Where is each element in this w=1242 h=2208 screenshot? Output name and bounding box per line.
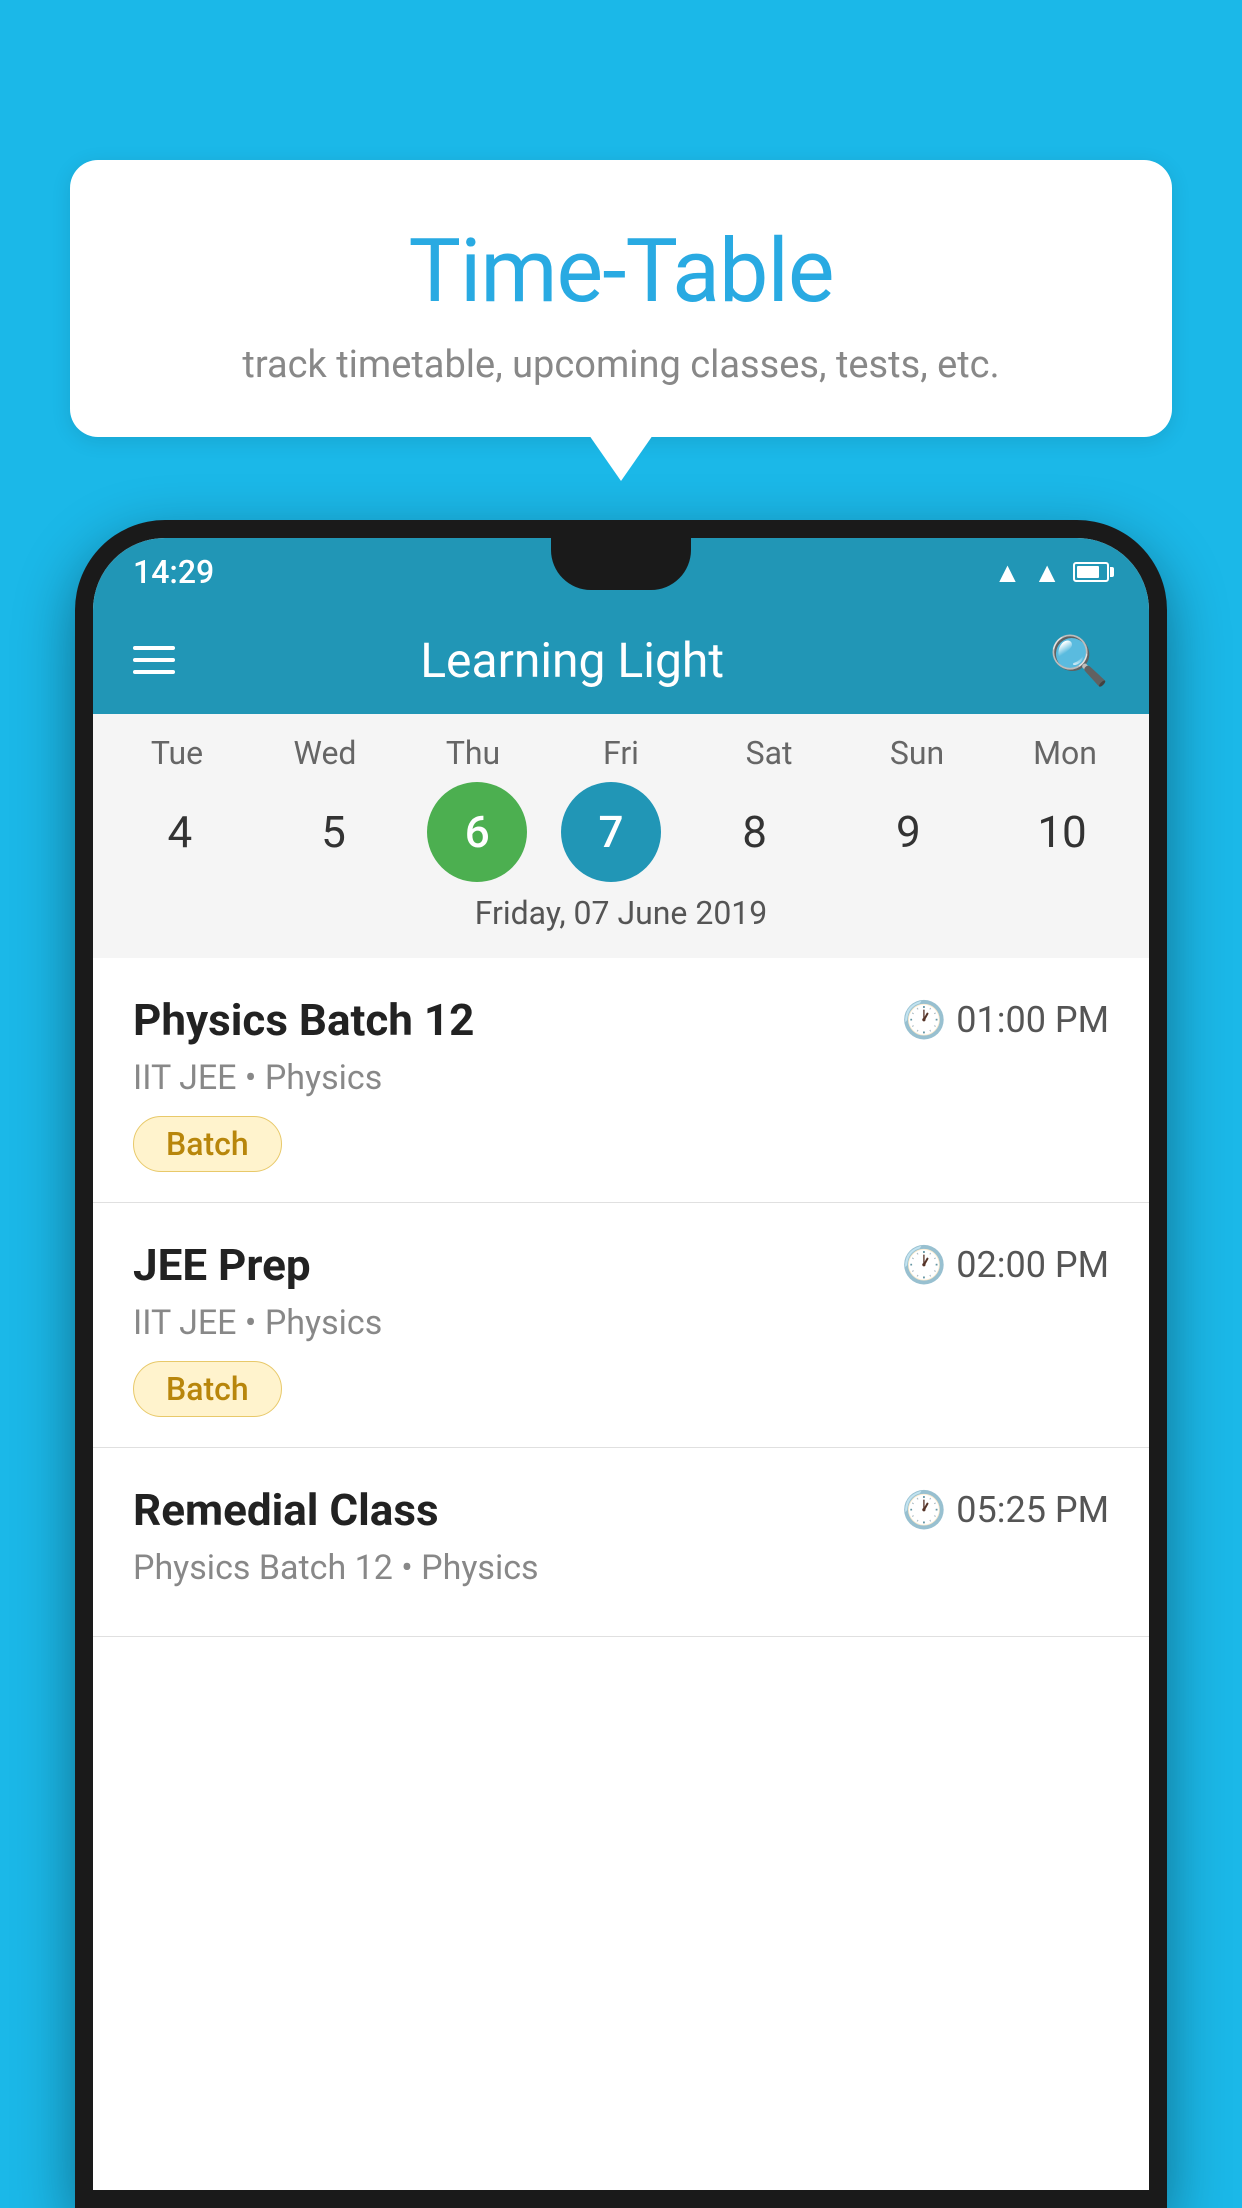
schedule-item-3-header: Remedial Class 🕐 05:25 PM xyxy=(133,1484,1109,1536)
status-time: 14:29 xyxy=(133,553,214,591)
bubble-title: Time-Table xyxy=(110,220,1132,323)
day-9[interactable]: 9 xyxy=(848,782,968,882)
schedule-list: Physics Batch 12 🕐 01:00 PM IIT JEE • Ph… xyxy=(93,958,1149,1637)
schedule-item-1-header: Physics Batch 12 🕐 01:00 PM xyxy=(133,994,1109,1046)
wifi-icon: ▲ xyxy=(994,556,1022,589)
speech-bubble: Time-Table track timetable, upcoming cla… xyxy=(70,160,1172,437)
status-icons: ▲ ▲ xyxy=(994,556,1109,589)
day-header-mon: Mon xyxy=(1005,734,1125,772)
day-header-sun: Sun xyxy=(857,734,977,772)
day-5[interactable]: 5 xyxy=(274,782,394,882)
hamburger-menu-icon[interactable] xyxy=(133,646,175,674)
phone-screen: 14:29 ▲ ▲ Learning Light 🔍 xyxy=(93,538,1149,2190)
day-10[interactable]: 10 xyxy=(1002,782,1122,882)
schedule-item-3-title: Remedial Class xyxy=(133,1484,439,1536)
schedule-item-1-time: 🕐 01:00 PM xyxy=(901,999,1109,1041)
schedule-item-3-subtitle: Physics Batch 12 • Physics xyxy=(133,1548,1109,1588)
status-bar: 14:29 ▲ ▲ xyxy=(93,538,1149,606)
schedule-item-2-header: JEE Prep 🕐 02:00 PM xyxy=(133,1239,1109,1291)
battery-icon xyxy=(1073,562,1109,582)
day-header-tue: Tue xyxy=(117,734,237,772)
schedule-item-3[interactable]: Remedial Class 🕐 05:25 PM Physics Batch … xyxy=(93,1448,1149,1637)
day-header-wed: Wed xyxy=(265,734,385,772)
day-headers: Tue Wed Thu Fri Sat Sun Mon xyxy=(93,734,1149,772)
phone-mockup: 14:29 ▲ ▲ Learning Light 🔍 xyxy=(75,520,1167,2208)
day-header-fri: Fri xyxy=(561,734,681,772)
signal-icon: ▲ xyxy=(1033,556,1061,589)
app-bar: Learning Light 🔍 xyxy=(93,606,1149,714)
schedule-item-2-time: 🕐 02:00 PM xyxy=(901,1244,1109,1286)
schedule-item-1-badge: Batch xyxy=(133,1116,282,1172)
day-header-sat: Sat xyxy=(709,734,829,772)
app-title: Learning Light xyxy=(205,632,1019,689)
day-header-thu: Thu xyxy=(413,734,533,772)
clock-icon-1: 🕐 xyxy=(901,999,946,1041)
selected-date-label: Friday, 07 June 2019 xyxy=(93,882,1149,948)
day-6-today[interactable]: 6 xyxy=(427,782,527,882)
schedule-item-2-subtitle: IIT JEE • Physics xyxy=(133,1303,1109,1343)
search-icon[interactable]: 🔍 xyxy=(1049,632,1109,689)
bubble-subtitle: track timetable, upcoming classes, tests… xyxy=(110,343,1132,387)
day-8[interactable]: 8 xyxy=(695,782,815,882)
schedule-item-1[interactable]: Physics Batch 12 🕐 01:00 PM IIT JEE • Ph… xyxy=(93,958,1149,1203)
schedule-item-2-title: JEE Prep xyxy=(133,1239,311,1291)
schedule-item-1-title: Physics Batch 12 xyxy=(133,994,474,1046)
phone-notch xyxy=(551,538,691,590)
schedule-item-2-badge: Batch xyxy=(133,1361,282,1417)
day-4[interactable]: 4 xyxy=(120,782,240,882)
day-7-selected[interactable]: 7 xyxy=(561,782,661,882)
schedule-item-3-time: 🕐 05:25 PM xyxy=(901,1489,1109,1531)
day-numbers: 4 5 6 7 8 9 10 xyxy=(93,782,1149,882)
calendar-strip: Tue Wed Thu Fri Sat Sun Mon 4 5 6 7 8 9 … xyxy=(93,714,1149,958)
clock-icon-3: 🕐 xyxy=(901,1489,946,1531)
clock-icon-2: 🕐 xyxy=(901,1244,946,1286)
schedule-item-2[interactable]: JEE Prep 🕐 02:00 PM IIT JEE • Physics Ba… xyxy=(93,1203,1149,1448)
schedule-item-1-subtitle: IIT JEE • Physics xyxy=(133,1058,1109,1098)
